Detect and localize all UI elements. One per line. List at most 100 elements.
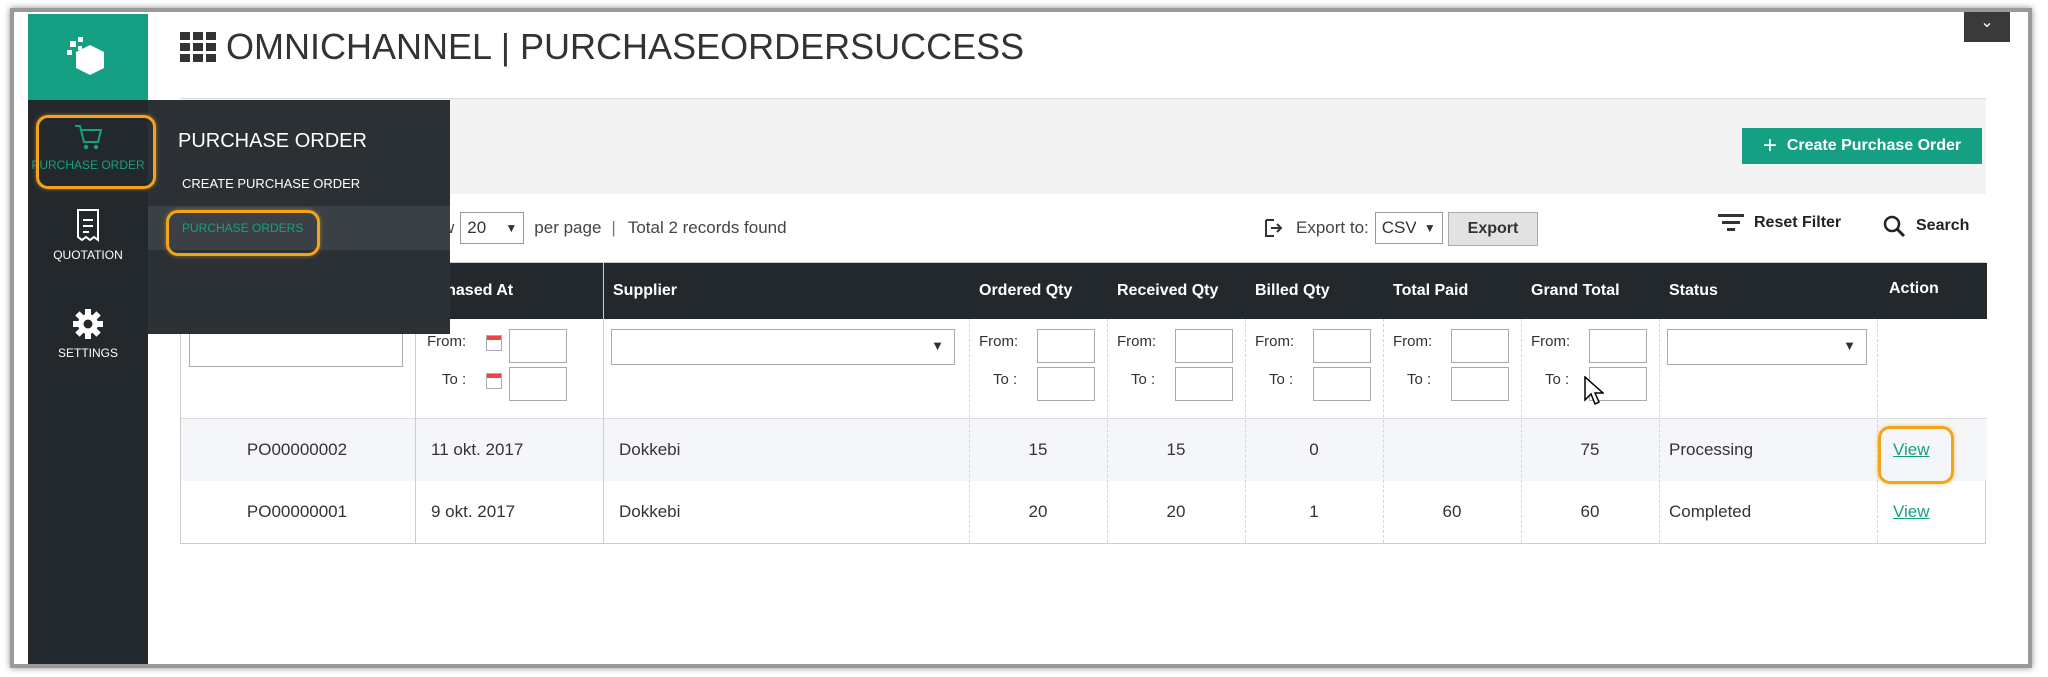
column-divider	[1877, 319, 1878, 543]
reset-filter-label: Reset Filter	[1754, 214, 1842, 231]
billed-from-input[interactable]	[1313, 329, 1371, 363]
menu-item-purchase-orders[interactable]: PURCHASE ORDERS	[148, 206, 450, 250]
per-page-value: 20	[467, 218, 487, 237]
cart-icon	[75, 125, 103, 150]
received-qty: 20	[1166, 502, 1186, 521]
purchased-at: 9 okt. 2017	[431, 502, 516, 521]
purchase-order-flyout-menu: PURCHASE ORDER CREATE PURCHASE ORDER PUR…	[148, 100, 450, 334]
ordered-from-input[interactable]	[1037, 329, 1095, 363]
per-page-select[interactable]: 20 ▼	[460, 212, 525, 244]
dropdown-arrow-icon: ▼	[1843, 338, 1856, 353]
status: Processing	[1669, 440, 1754, 459]
sidebar-item-purchase-order[interactable]: PURCHASE ORDER	[28, 120, 148, 172]
po-number: PO00000002	[246, 440, 348, 459]
column-divider	[1383, 319, 1384, 543]
received-from-input[interactable]	[1175, 329, 1233, 363]
sidebar: PURCHASE ORDER QUOTATION SETTINGS	[28, 14, 148, 666]
filter-from-label: From:	[1117, 333, 1157, 350]
purchased-to-input[interactable]	[509, 367, 567, 401]
column-divider	[1659, 319, 1660, 543]
export-button[interactable]: Export	[1448, 212, 1538, 246]
page-title-text: OMNICHANNEL | PURCHASEORDERSUCCESS	[226, 26, 1025, 67]
separator: |	[611, 218, 616, 237]
column-status[interactable]: Status	[1659, 263, 1718, 319]
menu-item-create-purchase-order[interactable]: CREATE PURCHASE ORDER	[182, 176, 360, 191]
logo[interactable]	[28, 14, 148, 100]
sidebar-item-settings[interactable]: SETTINGS	[28, 308, 148, 360]
table-row: PO00000001 9 okt. 2017 Dokkebi 20 20 1 6…	[181, 481, 1987, 543]
export-format-value: CSV	[1381, 218, 1416, 237]
mouse-cursor-icon	[1584, 376, 1604, 406]
view-link[interactable]: View	[1893, 419, 1930, 481]
calendar-icon[interactable]	[486, 373, 502, 389]
billed-qty: 1	[1309, 502, 1319, 521]
flyout-title: PURCHASE ORDER	[178, 130, 367, 152]
column-supplier[interactable]: Supplier	[603, 263, 677, 319]
column-divider	[1521, 319, 1522, 543]
billed-qty: 0	[1309, 440, 1319, 459]
dropdown-arrow-icon: ▼	[1423, 221, 1436, 235]
search-button[interactable]: Search	[1882, 214, 1969, 238]
status-filter-select[interactable]: ▼	[1667, 329, 1867, 365]
export-format-select[interactable]: CSV ▼	[1374, 212, 1443, 244]
filter-to-label: To :	[1269, 371, 1294, 388]
paid-to-input[interactable]	[1451, 367, 1509, 401]
supplier-filter-select[interactable]: ▼	[611, 329, 955, 365]
sidebar-item-label: PURCHASE ORDER	[31, 158, 145, 172]
paid-from-input[interactable]	[1451, 329, 1509, 363]
column-action: Action	[1889, 280, 1939, 297]
search-icon	[1883, 215, 1906, 238]
pager: w 20 ▼ per page | Total 2 records found	[442, 212, 787, 244]
gear-icon	[73, 309, 103, 339]
filter-to-label: To :	[1407, 371, 1432, 388]
ordered-to-input[interactable]	[1037, 367, 1095, 401]
supplier: Dokkebi	[619, 440, 681, 459]
billed-to-input[interactable]	[1313, 367, 1371, 401]
column-grand-total[interactable]: Grand Total	[1521, 263, 1620, 319]
view-link[interactable]: View	[1893, 481, 1930, 543]
collapse-button[interactable]: ⌄	[1964, 12, 2010, 42]
column-divider	[1107, 319, 1108, 543]
ordered-qty: 15	[1028, 440, 1048, 459]
po-filter-input[interactable]	[189, 333, 403, 367]
app-window: PURCHASE ORDER QUOTATION SETTINGS PURCHA…	[0, 0, 2048, 677]
column-total-paid[interactable]: Total Paid	[1383, 263, 1468, 319]
receipt-icon	[77, 209, 99, 242]
column-ordered-qty[interactable]: Ordered Qty	[969, 263, 1072, 319]
cube-logo-icon	[67, 37, 104, 75]
total-paid: 60	[1442, 502, 1462, 521]
filter-to-label: To :	[993, 371, 1018, 388]
filter-icon	[1718, 214, 1744, 231]
records-count: Total 2 records found	[627, 218, 787, 237]
received-qty: 15	[1166, 440, 1186, 459]
calendar-icon[interactable]	[486, 335, 502, 351]
po-number: PO00000001	[246, 502, 348, 521]
export-group: Export to: CSV ▼	[1264, 212, 1443, 244]
filter-from-label: From:	[1531, 333, 1571, 350]
grand-total: 75	[1580, 440, 1600, 459]
received-to-input[interactable]	[1175, 367, 1233, 401]
filter-from-label: From:	[1255, 333, 1295, 350]
chevron-down-icon: ⌄	[1980, 14, 1994, 31]
create-button-label: Create Purchase Order	[1786, 137, 1962, 154]
filter-to-label: To :	[1131, 371, 1156, 388]
per-page-label: per page	[534, 218, 602, 237]
column-divider	[1245, 319, 1246, 543]
grand-from-input[interactable]	[1589, 329, 1647, 363]
sidebar-item-quotation[interactable]: QUOTATION	[28, 208, 148, 262]
purchased-from-input[interactable]	[509, 329, 567, 363]
purchased-at: 11 okt. 2017	[431, 440, 524, 459]
toolbar-band	[180, 98, 1986, 194]
filter-to-label: To :	[1545, 371, 1570, 388]
sidebar-item-label: QUOTATION	[53, 248, 123, 262]
filter-from-label: From:	[427, 333, 467, 350]
ordered-qty: 20	[1028, 502, 1048, 521]
column-received-qty[interactable]: Received Qty	[1107, 263, 1218, 319]
reset-filter-button[interactable]: Reset Filter	[1718, 214, 1841, 232]
create-purchase-order-button[interactable]: + Create Purchase Order	[1742, 128, 1982, 164]
column-divider	[603, 263, 604, 543]
column-divider	[969, 319, 970, 543]
grid-menu-icon[interactable]	[180, 32, 216, 62]
column-billed-qty[interactable]: Billed Qty	[1245, 263, 1330, 319]
grid-header: rchased At Supplier Ordered Qty Received…	[181, 263, 1987, 319]
